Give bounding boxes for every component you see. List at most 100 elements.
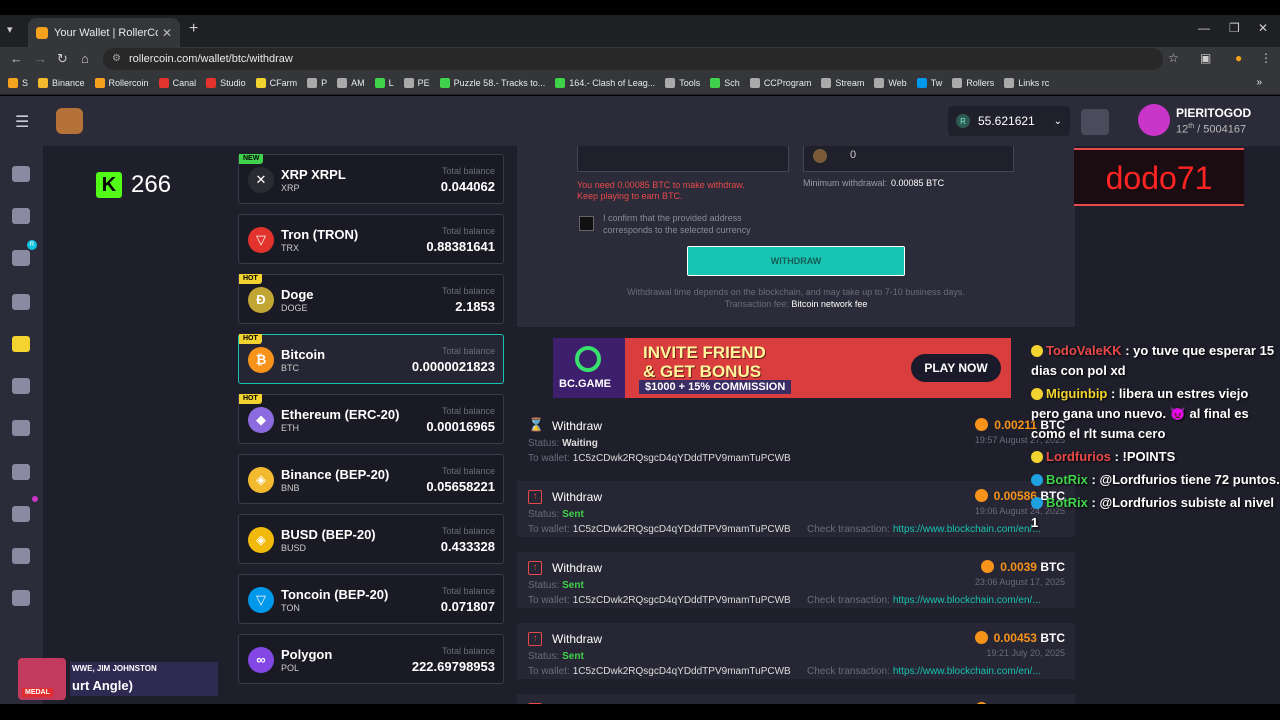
- rollercoin-logo[interactable]: [56, 108, 83, 134]
- bookmark-star-icon[interactable]: ☆: [1168, 51, 1179, 65]
- banner-subtitle: $1000 + 15% COMMISSION: [639, 380, 792, 394]
- more-bookmarks-icon[interactable]: »: [1256, 77, 1262, 88]
- bookmark-item[interactable]: Web: [874, 77, 907, 88]
- bitcoin-icon: [974, 702, 988, 704]
- new-tab-icon[interactable]: +: [189, 20, 198, 38]
- bookmark-item[interactable]: 164.- Clash of Leag...: [555, 77, 655, 88]
- amount-input[interactable]: 0: [803, 146, 1014, 172]
- transaction-title: Withdraw: [552, 561, 603, 575]
- chat-text: : @Lordfurios tiene 72 puntos.: [1087, 472, 1280, 487]
- currency-ticker: TON: [281, 603, 300, 613]
- x-icon: ✕: [248, 167, 274, 193]
- currency-name: Bitcoin: [281, 347, 326, 362]
- banner-headline: INVITE FRIEND & GET BONUS: [643, 343, 766, 381]
- docs-nav-icon[interactable]: [12, 590, 30, 606]
- store-nav-icon[interactable]: [12, 464, 30, 480]
- transaction-amount: 0.00448 BTC: [974, 702, 1065, 704]
- transaction-row: ↑ Withdraw Status: Sent To wallet: 1C5zCDwk2R…: [517, 552, 1075, 608]
- bookmark-item[interactable]: L: [374, 77, 394, 88]
- balance-selector[interactable]: R 55.621621 ⌄: [948, 106, 1070, 136]
- back-icon[interactable]: ←: [10, 51, 23, 66]
- withdraw-button[interactable]: WITHDRAW: [687, 246, 905, 276]
- currency-balance: 2.1853: [455, 299, 495, 314]
- bookmark-icon: [1004, 77, 1015, 88]
- profile-icon[interactable]: ●: [1235, 51, 1242, 65]
- balance-value: 55.621621: [978, 114, 1035, 128]
- bookmark-item[interactable]: Canal: [158, 77, 196, 88]
- bookmark-item[interactable]: Rollercoin: [94, 77, 149, 88]
- bookmark-item[interactable]: CCProgram: [749, 77, 812, 88]
- transaction-title: Withdraw: [552, 490, 603, 504]
- storage-nav-icon[interactable]: [12, 420, 30, 436]
- withdraw-form: 0 You need 0.00085 BTC to make withdraw.…: [517, 146, 1075, 327]
- currency-card-pol[interactable]: ∞ Polygon POL Total balance 222.69798953: [238, 634, 504, 684]
- bookmark-item[interactable]: CFarm: [255, 77, 297, 88]
- bookmark-item[interactable]: Tools: [665, 77, 700, 88]
- play-now-button[interactable]: PLAY NOW: [911, 354, 1001, 382]
- currency-card-busd[interactable]: ◈ BUSD (BEP-20) BUSD Total balance 0.433328: [238, 514, 504, 564]
- total-balance-label: Total balance: [441, 286, 495, 296]
- games-nav-icon[interactable]: [12, 208, 30, 224]
- bookmark-label: CCProgram: [763, 77, 812, 88]
- bookmark-item[interactable]: P: [307, 77, 327, 88]
- bookmark-item[interactable]: PE: [403, 77, 430, 88]
- currency-tag: HOT: [239, 334, 262, 344]
- bookmark-item[interactable]: Tw: [916, 77, 942, 88]
- url-input[interactable]: ⚙ rollercoin.com/wallet/btc/withdraw: [103, 48, 1163, 70]
- blockchain-link[interactable]: https://www.blockchain.com/en/...: [893, 666, 1041, 677]
- currency-card-doge[interactable]: HOT Ð Doge DOGE Total balance 2.1853: [238, 274, 504, 324]
- browser-tab[interactable]: Your Wallet | RollerCoin.com | W ✕: [28, 18, 180, 47]
- home-icon[interactable]: ⌂: [81, 51, 89, 66]
- reload-icon[interactable]: ↻: [57, 51, 68, 67]
- marketplace-nav-icon[interactable]: [12, 378, 30, 394]
- close-window-icon[interactable]: ✕: [1258, 21, 1268, 35]
- tab-list-dropdown-icon[interactable]: ▾: [7, 23, 13, 36]
- bookmark-item[interactable]: AM: [337, 77, 365, 88]
- leaderboard-nav-icon[interactable]: [12, 548, 30, 564]
- browser-menu-icon[interactable]: ⋮: [1260, 51, 1272, 65]
- tasks-nav-icon[interactable]: [12, 336, 30, 352]
- currency-card-eth[interactable]: HOT ◆ Ethereum (ERC-20) ETH Total balance 0.0…: [238, 394, 504, 444]
- currency-card-xrp[interactable]: NEW ✕ XRP XRPL XRP Total balance 0.044062: [238, 154, 504, 204]
- bookmark-item[interactable]: Links rc: [1004, 77, 1049, 88]
- currency-card-trx[interactable]: ▽ Tron (TRON) TRX Total balance 0.88381641: [238, 214, 504, 264]
- menu-toggle-icon[interactable]: ☰: [15, 112, 29, 132]
- medal-line-1: WWE, JIM JOHNSTON: [72, 664, 157, 673]
- confirm-checkbox[interactable]: [579, 216, 594, 231]
- wallet-address-input[interactable]: [577, 146, 789, 172]
- rewards-nav-icon[interactable]: [12, 250, 30, 266]
- wallet-button[interactable]: [1081, 109, 1109, 135]
- bookmark-item[interactable]: Puzzle 58.- Tracks to...: [439, 77, 545, 88]
- bookmark-item[interactable]: Studio: [206, 77, 246, 88]
- site-info-icon[interactable]: ⚙: [112, 53, 121, 64]
- extensions-icon[interactable]: ▣: [1200, 51, 1211, 65]
- bookmark-icon: [874, 77, 885, 88]
- bookmark-item[interactable]: Sch: [710, 77, 740, 88]
- trophy-nav-icon[interactable]: [12, 506, 30, 522]
- currency-card-btc[interactable]: HOT ₿ Bitcoin BTC Total balance 0.0000021823: [238, 334, 504, 384]
- bookmark-label: Stream: [835, 77, 865, 88]
- calendar-nav-icon[interactable]: [12, 294, 30, 310]
- forward-icon[interactable]: →: [34, 51, 47, 66]
- avatar[interactable]: [1138, 104, 1170, 136]
- bookmark-item[interactable]: Binance: [38, 77, 85, 88]
- bitcoin-icon: [974, 489, 988, 502]
- currency-name: BUSD (BEP-20): [281, 527, 376, 542]
- bookmark-item[interactable]: S: [8, 77, 28, 88]
- error-message: You need 0.00085 BTC to make withdraw. K…: [577, 180, 745, 201]
- bookmark-item[interactable]: Rollers: [952, 77, 994, 88]
- restore-icon[interactable]: ❐: [1229, 21, 1240, 35]
- blockchain-link[interactable]: https://www.blockchain.com/en/...: [893, 595, 1041, 606]
- close-tab-icon[interactable]: ✕: [162, 26, 172, 40]
- currency-ticker: DOGE: [281, 303, 308, 313]
- bc-game-banner[interactable]: BC.GAME INVITE FRIEND & GET BONUS $1000 …: [553, 338, 1011, 398]
- currency-card-bnb[interactable]: ◈ Binance (BEP-20) BNB Total balance 0.05658…: [238, 454, 504, 504]
- currency-tag: HOT: [239, 394, 262, 404]
- currency-name: Toncoin (BEP-20): [281, 587, 389, 602]
- currency-name: Doge: [281, 287, 314, 302]
- home-nav-icon[interactable]: [12, 166, 30, 182]
- blockchain-link[interactable]: https://www.blockchain.com/en/...: [893, 524, 1041, 535]
- bookmark-item[interactable]: Stream: [821, 77, 865, 88]
- minimize-icon[interactable]: —: [1198, 21, 1210, 35]
- currency-card-ton[interactable]: ▽ Toncoin (BEP-20) TON Total balance 0.07180…: [238, 574, 504, 624]
